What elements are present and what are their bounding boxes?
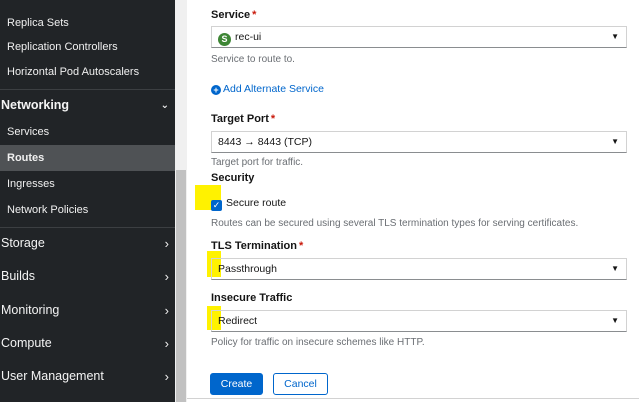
sidebar-item-label: Horizontal Pod Autoscalers [7, 66, 140, 78]
sidebar-group-label: Builds [1, 269, 36, 283]
sidebar-group-label: Storage [1, 236, 45, 250]
required-mark: * [252, 9, 257, 21]
create-button[interactable]: Create [210, 373, 263, 395]
insecure-traffic-select-value: Redirect [218, 315, 258, 327]
sidebar-item-network-policies[interactable]: Network Policies [0, 197, 175, 223]
sidebar-item-services[interactable]: Services [0, 119, 175, 145]
sidebar-nav: Replica Sets Replication Controllers Hor… [0, 0, 175, 402]
sidebar-group-builds[interactable]: Builds › [0, 260, 175, 293]
tls-termination-label: TLS Termination * [211, 240, 303, 252]
chevron-right-icon: › [164, 369, 169, 384]
insecure-traffic-label-text: Insecure Traffic [211, 292, 293, 304]
secure-route-checkbox[interactable]: ✓ [211, 200, 222, 211]
chevron-right-icon: › [164, 303, 169, 318]
caret-down-icon: ▼ [611, 32, 619, 41]
service-help-text: Service to route to. [211, 54, 295, 65]
target-port-label-text: Target Port [211, 113, 269, 125]
add-alternate-service-link[interactable]: + Add Alternate Service [211, 83, 324, 95]
target-port-select-value: 8443 → 8443 (TCP) [218, 136, 312, 148]
sidebar-group-label: Monitoring [1, 303, 60, 317]
security-help-text: Routes can be secured using several TLS … [211, 218, 579, 229]
scrollbar-thumb[interactable] [176, 170, 186, 402]
sidebar-scrollbar[interactable] [175, 0, 187, 402]
plus-circle-icon: + [211, 85, 221, 95]
sidebar-item-label: Network Policies [7, 204, 89, 216]
sidebar-item-label: Ingresses [7, 178, 55, 190]
sidebar-item-label: Replica Sets [7, 17, 69, 29]
secure-route-checkbox-row[interactable]: ✓ Secure route [211, 197, 286, 211]
service-select[interactable]: Srec-ui ▼ [211, 26, 627, 48]
sidebar-item-replica-sets[interactable]: Replica Sets [0, 10, 175, 36]
tls-termination-label-text: TLS Termination [211, 240, 297, 252]
caret-down-icon: ▼ [611, 137, 619, 146]
chevron-down-icon: ⌄ [160, 100, 169, 111]
sidebar-group-networking[interactable]: Networking ⌄ [0, 89, 175, 122]
caret-down-icon: ▼ [611, 316, 619, 325]
add-alternate-service-label: Add Alternate Service [223, 83, 324, 95]
sidebar-group-compute[interactable]: Compute › [0, 327, 175, 360]
target-port-select[interactable]: 8443 → 8443 (TCP) ▼ [211, 131, 627, 153]
security-heading: Security [211, 172, 255, 184]
sidebar-group-storage[interactable]: Storage › [0, 227, 175, 260]
insecure-traffic-help-text: Policy for traffic on insecure schemes l… [211, 337, 425, 348]
sidebar-item-label: Replication Controllers [7, 41, 118, 53]
sidebar-group-label: Networking [1, 98, 70, 112]
tls-termination-select[interactable]: Passthrough ▼ [211, 258, 627, 280]
sidebar-item-label: Services [7, 126, 50, 138]
caret-down-icon: ▼ [611, 264, 619, 273]
insecure-traffic-select[interactable]: Redirect ▼ [211, 310, 627, 332]
sidebar-group-label: Compute [1, 336, 52, 350]
chevron-right-icon: › [164, 236, 169, 251]
sidebar-item-label: Routes [7, 152, 45, 164]
service-label-text: Service [211, 9, 251, 21]
sidebar-group-user-management[interactable]: User Management › [0, 360, 175, 393]
divider [187, 398, 639, 399]
insecure-traffic-label: Insecure Traffic [211, 292, 292, 304]
create-route-form: Service * Srec-ui ▼ Service to route to. … [187, 0, 639, 402]
chevron-right-icon: › [164, 336, 169, 351]
target-port-help-text: Target port for traffic. [211, 157, 304, 168]
secure-route-label: Secure route [226, 197, 287, 209]
sidebar-item-horizontal-pod-autoscalers[interactable]: Horizontal Pod Autoscalers [0, 59, 175, 85]
chevron-right-icon: › [164, 269, 169, 284]
required-mark: * [298, 240, 304, 252]
sidebar-item-routes[interactable]: Routes [0, 145, 175, 171]
tls-termination-select-value: Passthrough [218, 263, 277, 275]
required-mark: * [270, 113, 276, 125]
sidebar-group-label: User Management [1, 369, 104, 383]
service-resource-badge-icon: S [218, 33, 231, 46]
sidebar-item-replication-controllers[interactable]: Replication Controllers [0, 34, 175, 60]
sidebar-group-monitoring[interactable]: Monitoring › [0, 294, 175, 327]
sidebar-item-ingresses[interactable]: Ingresses [0, 171, 175, 197]
service-select-value: rec-ui [235, 31, 262, 43]
service-label: Service * [211, 9, 256, 21]
target-port-label: Target Port * [211, 113, 275, 125]
cancel-button[interactable]: Cancel [273, 373, 328, 395]
